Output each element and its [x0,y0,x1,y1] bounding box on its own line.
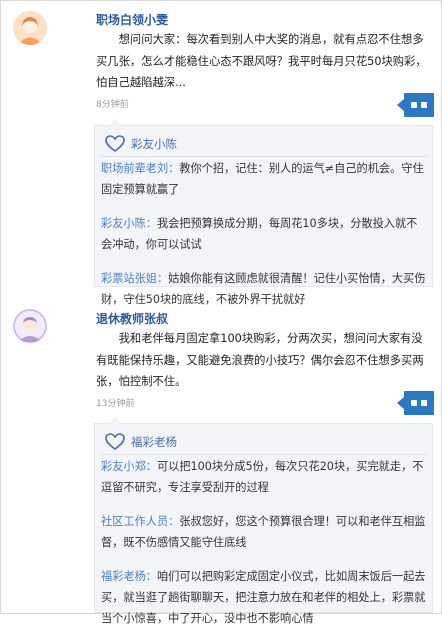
comment-icon-dot [421,102,427,108]
comment-list: 职场前辈老刘：教你个招，记住：别人的运气≠自己的机会。守住固定预算就赢了 彩友小… [101,156,427,323]
post-author[interactable]: 职场白领小雯 [96,11,168,28]
comment-author[interactable]: 福彩老杨 [101,570,146,583]
like-row: 彩友小陈 [105,134,177,154]
heart-icon[interactable] [105,433,125,451]
post-timestamp: 13分钟前 [96,399,135,409]
comment-author[interactable]: 社区工作人员 [101,515,168,528]
comment-icon-dot [421,400,427,406]
comment-item: 职场前辈老刘：教你个招，记住：别人的运气≠自己的机会。守住固定预算就赢了 [101,158,427,200]
comment-author[interactable]: 彩票站张姐 [101,272,157,285]
comment-separator: ： [156,272,169,285]
post-timestamp: 8分钟前 [96,100,129,110]
comment-author[interactable]: 彩友小陈 [101,217,146,230]
comment-separator: ： [168,515,180,528]
comment-icon [411,400,417,406]
comment-separator: ： [168,162,180,175]
comment-item: 彩友小郑：可以把100块分成5份，每次只花20块，买完就走，不逗留不研究，专注享… [101,456,427,498]
reply-button[interactable] [397,93,434,117]
heart-icon[interactable] [105,135,125,153]
post-author[interactable]: 退休教师张叔 [96,310,168,327]
comment-author[interactable]: 彩友小郑 [101,460,146,473]
comment-author[interactable]: 职场前辈老刘 [101,162,168,175]
comment-icon [411,102,417,108]
man-avatar-icon[interactable] [13,309,47,343]
comment-panel: 彩友小陈 职场前辈老刘：教你个招，记住：别人的运气≠自己的机会。守住固定预算就赢… [94,119,433,306]
comment-separator: ： [145,217,157,230]
post-content: 想问问大家：每次看到别人中大奖的消息，就有点忍不住想多买几张，怎么才能稳住心态不… [96,33,427,89]
comment-separator: ： [145,570,157,583]
comment-item: 社区工作人员：张叔您好，您这个预算很合理！可以和老伴互相监督，既不伤感情又能守住… [101,511,427,553]
woman-avatar-icon[interactable] [13,11,47,45]
like-row: 福彩老杨 [105,432,177,452]
comment-separator: ： [145,460,157,473]
comment-item: 彩友小陈：我会把预算换成分期，每周花10多块，分散投入就不会冲动，你可以试试 [101,213,427,255]
comment-list: 彩友小郑：可以把100块分成5份，每次只花20块，买完就走，不逗留不研究，专注享… [101,454,427,629]
like-user[interactable]: 福彩老杨 [131,434,177,450]
comment-item: 福彩老杨：咱们可以把购彩定成固定小仪式，比如周末饭后一起去买，就当逛了趟街聊聊天… [101,566,427,629]
reply-button[interactable] [397,391,434,415]
comment-panel: 福彩老杨 彩友小郑：可以把100块分成5份，每次只花20块，买完就走，不逗留不研… [94,417,433,625]
comment-item: 彩票站张姐：姑娘你能有这顾虑就很清醒！记住小买怡情，大买伤财，守住50块的底线，… [101,268,427,310]
like-user[interactable]: 彩友小陈 [131,136,177,152]
post-content: 我和老伴每月固定拿100块购彩，分两次买，想问问大家有没有既能保持乐趣，又能避免… [96,332,424,388]
